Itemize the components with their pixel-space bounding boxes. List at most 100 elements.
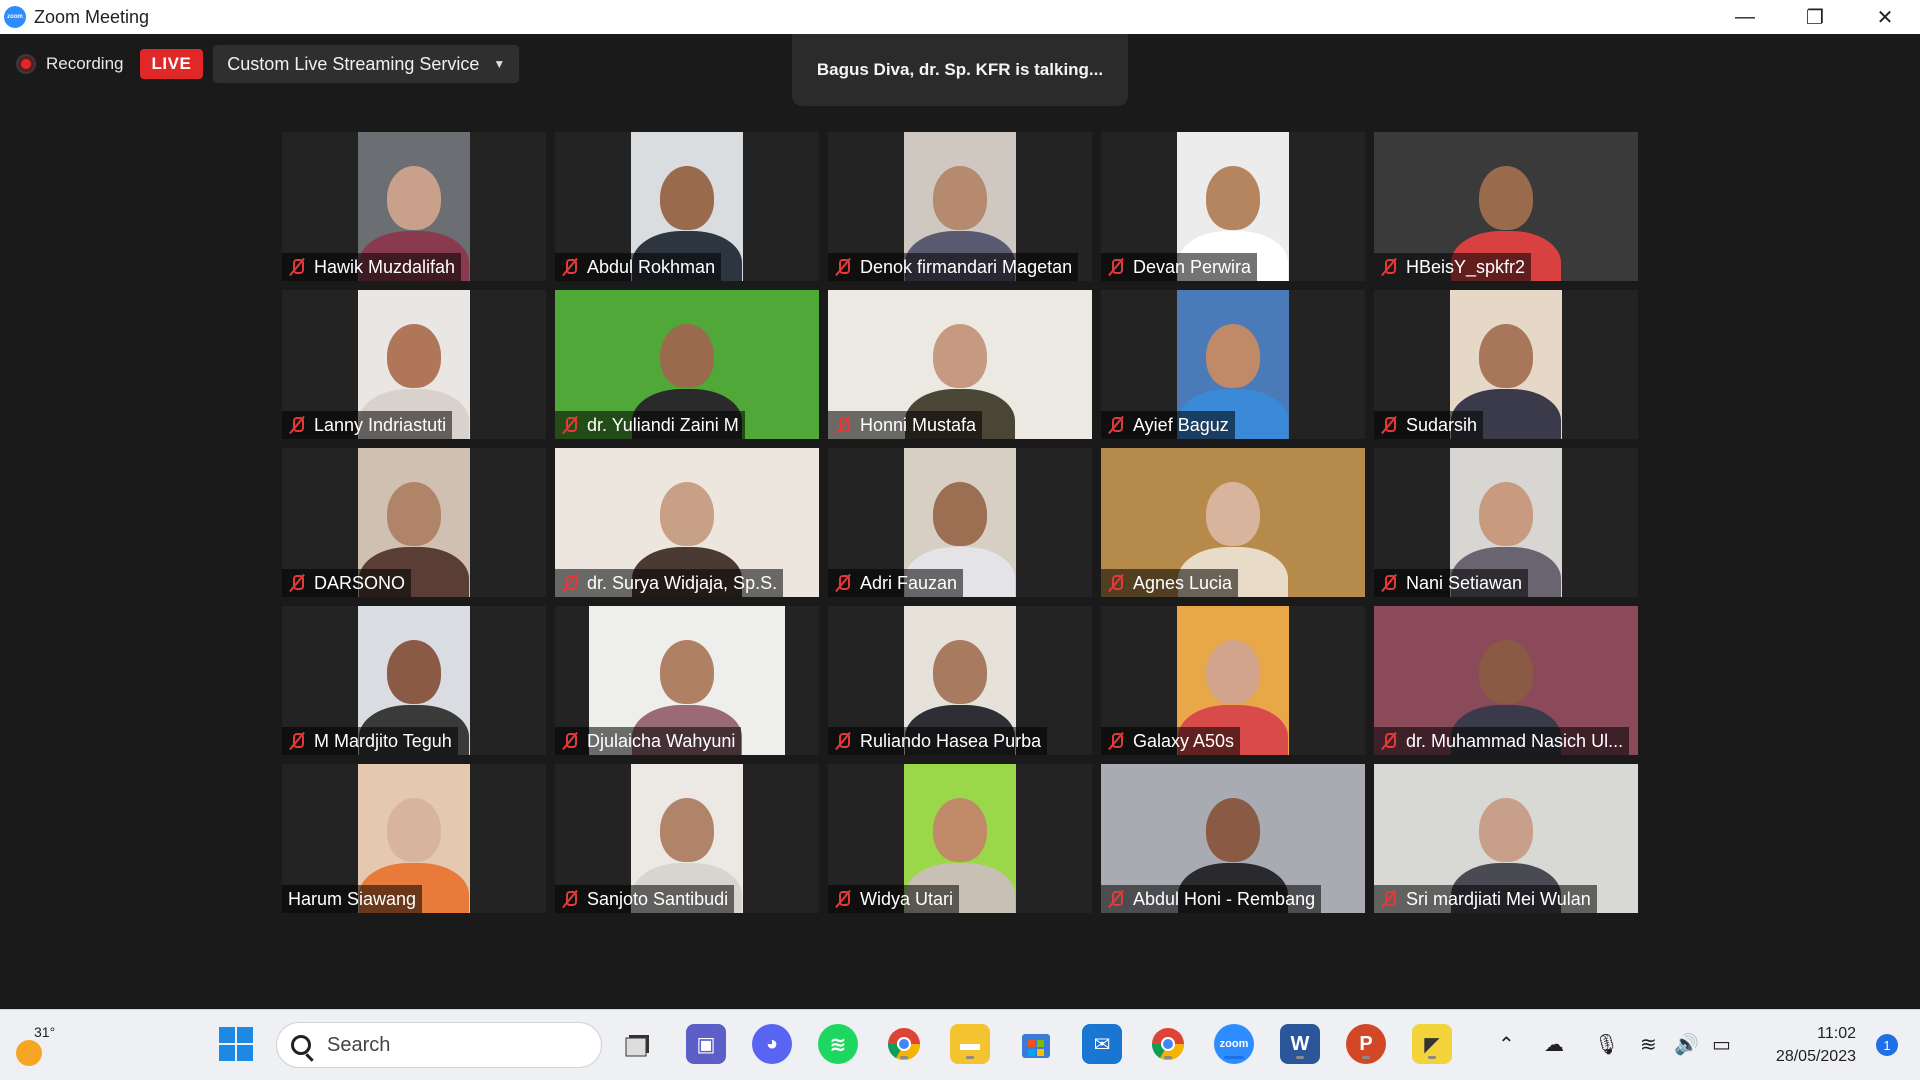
- windows-start-icon[interactable]: [216, 1024, 256, 1064]
- spotify-icon[interactable]: ≋: [818, 1024, 858, 1064]
- mic-muted-icon: [834, 890, 852, 908]
- task-view-icon[interactable]: [618, 1024, 658, 1064]
- mic-muted-icon: [561, 574, 579, 592]
- participant-tile[interactable]: Devan Perwira: [1101, 132, 1365, 281]
- active-indicator: [1428, 1056, 1436, 1059]
- participant-tile[interactable]: Honni Mustafa: [828, 290, 1092, 439]
- participant-name-bar: Abdul Honi - Rembang: [1101, 885, 1322, 913]
- participant-tile[interactable]: Abdul Rokhman: [555, 132, 819, 281]
- participant-name-bar: DARSONO: [282, 569, 412, 597]
- stream-service-dropdown[interactable]: Custom Live Streaming Service ▼: [213, 45, 520, 83]
- mic-muted-icon: [561, 732, 579, 750]
- participant-name-bar: Galaxy A50s: [1101, 727, 1241, 755]
- mic-muted-icon: [834, 732, 852, 750]
- system-clock[interactable]: 11:02 28/05/2023: [1776, 1022, 1856, 1068]
- minimize-button[interactable]: —: [1710, 0, 1780, 34]
- wifi-icon[interactable]: ≋: [1640, 1032, 1657, 1057]
- participant-tile[interactable]: Sanjoto Santibudi: [555, 764, 819, 913]
- participant-silhouette-head: [1479, 482, 1533, 546]
- restore-button[interactable]: ❐: [1780, 0, 1850, 34]
- participant-tile[interactable]: dr. Muhammad Nasich Ul...: [1374, 606, 1638, 755]
- word-icon[interactable]: W: [1280, 1024, 1320, 1064]
- participant-name: Djulaicha Wahyuni: [587, 730, 736, 751]
- participant-name-bar: Sanjoto Santibudi: [555, 885, 735, 913]
- participant-tile[interactable]: Widya Utari: [828, 764, 1092, 913]
- participant-silhouette-head: [1479, 640, 1533, 704]
- sticky-notes-icon[interactable]: ◤: [1412, 1024, 1452, 1064]
- participant-silhouette-head: [1206, 324, 1260, 388]
- microphone-icon[interactable]: 🎙: [1594, 1032, 1619, 1057]
- mic-muted-icon: [834, 574, 852, 592]
- cloud-sync-icon[interactable]: ☁: [1544, 1032, 1564, 1057]
- participant-tile[interactable]: Galaxy A50s: [1101, 606, 1365, 755]
- participant-name-bar: Widya Utari: [828, 885, 960, 913]
- taskbar-search[interactable]: [276, 1022, 602, 1068]
- active-indicator: [900, 1056, 908, 1059]
- mic-muted-icon: [288, 416, 306, 434]
- participant-tile[interactable]: Djulaicha Wahyuni: [555, 606, 819, 755]
- participant-name: dr. Surya Widjaja, Sp.S.: [587, 572, 778, 593]
- mic-muted-icon: [561, 416, 579, 434]
- participant-tile[interactable]: dr. Yuliandi Zaini M: [555, 290, 819, 439]
- participant-tile[interactable]: Adri Fauzan: [828, 448, 1092, 597]
- search-input[interactable]: [327, 1033, 567, 1057]
- teams-chat-icon[interactable]: ▣: [686, 1024, 726, 1064]
- participant-name: Sanjoto Santibudi: [587, 888, 729, 909]
- discord-icon[interactable]: ◕: [752, 1024, 792, 1064]
- participant-name: Hawik Muzdalifah: [314, 256, 456, 277]
- notification-badge[interactable]: 1: [1876, 1034, 1898, 1056]
- close-button[interactable]: ✕: [1850, 0, 1920, 34]
- participant-tile[interactable]: Agnes Lucia: [1101, 448, 1365, 597]
- participant-tile[interactable]: Sudarsih: [1374, 290, 1638, 439]
- participant-tile[interactable]: Harum Siawang: [282, 764, 546, 913]
- title-bar: zoom Zoom Meeting — ❐ ✕: [0, 0, 1920, 34]
- recording-label: Recording: [46, 54, 124, 73]
- participant-name-bar: dr. Yuliandi Zaini M: [555, 411, 745, 439]
- participant-silhouette-head: [660, 324, 714, 388]
- window-controls: — ❐ ✕: [1710, 0, 1920, 34]
- participant-silhouette-head: [1479, 324, 1533, 388]
- chrome-icon[interactable]: [884, 1024, 924, 1064]
- participant-name-bar: HBeisY_spkfr2: [1374, 253, 1532, 281]
- participant-tile[interactable]: Nani Setiawan: [1374, 448, 1638, 597]
- participant-tile[interactable]: Abdul Honi - Rembang: [1101, 764, 1365, 913]
- participant-silhouette-head: [933, 482, 987, 546]
- participant-name-bar: Sri mardjiati Mei Wulan: [1374, 885, 1597, 913]
- file-explorer-icon[interactable]: ▬: [950, 1024, 990, 1064]
- participant-tile[interactable]: Ruliando Hasea Purba: [828, 606, 1092, 755]
- sun-icon: [16, 1040, 42, 1066]
- mail-icon[interactable]: ✉: [1082, 1024, 1122, 1064]
- participant-name-bar: Honni Mustafa: [828, 411, 983, 439]
- weather-widget[interactable]: 31°: [12, 1020, 62, 1070]
- mic-muted-icon: [1380, 574, 1398, 592]
- participant-tile[interactable]: Hawik Muzdalifah: [282, 132, 546, 281]
- mic-muted-icon: [288, 732, 306, 750]
- participant-name: Nani Setiawan: [1406, 572, 1523, 593]
- microsoft-store-icon[interactable]: [1016, 1024, 1056, 1064]
- mic-muted-icon: [288, 258, 306, 276]
- participant-name-bar: Agnes Lucia: [1101, 569, 1239, 597]
- volume-icon[interactable]: 🔊: [1674, 1032, 1699, 1057]
- battery-icon[interactable]: ▭: [1712, 1032, 1731, 1057]
- participant-tile[interactable]: Lanny Indriastuti: [282, 290, 546, 439]
- clock-date: 28/05/2023: [1775, 1048, 1856, 1065]
- active-indicator: [1164, 1056, 1172, 1059]
- participant-tile[interactable]: DARSONO: [282, 448, 546, 597]
- chevron-up-icon[interactable]: ⌃: [1498, 1032, 1515, 1057]
- participant-name: dr. Yuliandi Zaini M: [587, 414, 739, 435]
- participant-name: Abdul Rokhman: [587, 256, 716, 277]
- participant-tile[interactable]: dr. Surya Widjaja, Sp.S.: [555, 448, 819, 597]
- search-icon: [291, 1035, 311, 1055]
- powerpoint-icon[interactable]: P: [1346, 1024, 1386, 1064]
- participant-tile[interactable]: M Mardjito Teguh: [282, 606, 546, 755]
- participant-tile[interactable]: HBeisY_spkfr2: [1374, 132, 1638, 281]
- participant-name: Devan Perwira: [1133, 256, 1252, 277]
- record-dot-icon[interactable]: [18, 56, 34, 72]
- participant-tile[interactable]: Sri mardjiati Mei Wulan: [1374, 764, 1638, 913]
- participant-tile[interactable]: Denok firmandari Magetan: [828, 132, 1092, 281]
- chrome-profile-icon[interactable]: [1148, 1024, 1188, 1064]
- mic-muted-icon: [1107, 258, 1125, 276]
- participant-name: Denok firmandari Magetan: [860, 256, 1073, 277]
- zoom-icon[interactable]: zoom: [1214, 1024, 1254, 1064]
- participant-tile[interactable]: Ayief Baguz: [1101, 290, 1365, 439]
